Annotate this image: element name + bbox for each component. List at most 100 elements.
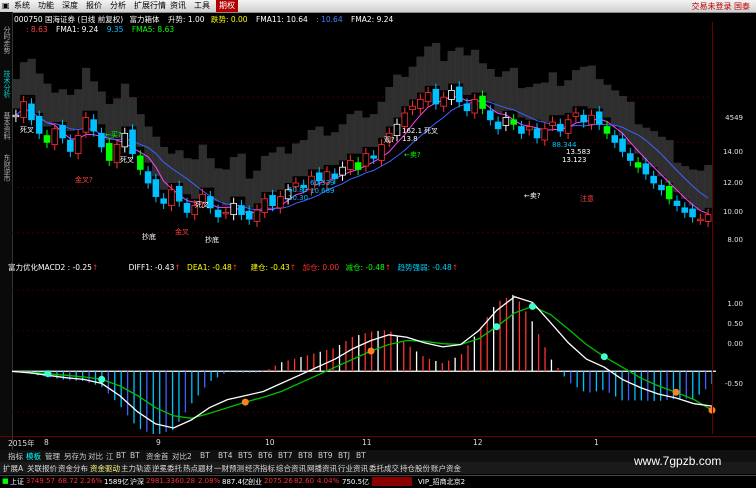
label-dead-cross-3: 死叉 (195, 201, 209, 209)
app-icon[interactable]: ▣ (2, 1, 10, 11)
label-sell-1: ←买? (105, 131, 122, 139)
candle (261, 198, 269, 213)
vip-label[interactable]: VIP_招商北京2 (418, 477, 465, 487)
ind-tab-template[interactable]: 模板 (26, 451, 41, 462)
ind-tab-jiang[interactable]: 江 (106, 451, 114, 462)
ind-tab-bt5[interactable]: BT5 (238, 451, 253, 460)
menu-ext-quote[interactable]: 扩展行情 (134, 1, 166, 11)
range-band (229, 157, 239, 197)
menu-system[interactable]: 系统 (14, 1, 30, 11)
func-tab-ext-a[interactable]: 扩展A (3, 463, 23, 474)
ind-tab-bt3[interactable]: BT (200, 451, 210, 460)
ind-tab-bt2[interactable]: BT (130, 451, 140, 460)
sz-label[interactable]: 沪深 (130, 477, 144, 487)
func-tab-industry-news[interactable]: 行业资讯 (338, 463, 368, 474)
status-bar: ■ 上证 3749.57 68.72 2.26% 1589亿 沪深 2981.3… (0, 475, 756, 488)
candle (168, 189, 175, 207)
menu-tools[interactable]: 工具 (194, 1, 210, 11)
range-band (603, 84, 612, 118)
candle (611, 135, 619, 143)
label-bottom-fish-1: 抄底 (142, 233, 156, 241)
ind-tab-compare2[interactable]: 对比2 (172, 451, 192, 462)
candle (463, 103, 471, 112)
label-sell-2: ←卖? (404, 151, 421, 159)
candle (650, 175, 657, 184)
date-label-nov: 11 (362, 438, 372, 447)
cy-value: 2075.26 (264, 477, 293, 485)
menu-function[interactable]: 功能 (38, 1, 54, 11)
candle (230, 202, 237, 216)
range-band (222, 169, 231, 206)
range-band (190, 159, 200, 199)
side-tab-timeshare[interactable]: 分时走势 (1, 26, 11, 62)
ind-tab-bt1[interactable]: BT (116, 451, 126, 460)
range-band (284, 153, 293, 184)
menu-quote[interactable]: 报价 (86, 1, 102, 11)
candle (253, 209, 261, 222)
func-tab-main-track[interactable]: 主力轨迹 (121, 463, 151, 474)
candle (121, 132, 129, 148)
menu-news[interactable]: 资讯 (170, 1, 186, 11)
func-tab-econ-indicator[interactable]: 经济指标 (245, 463, 275, 474)
ind-tab-bt8[interactable]: BT8 (298, 451, 313, 460)
ind-tab-bt4[interactable]: BT4 (218, 451, 233, 460)
label-value-5: 162.1 (402, 127, 423, 135)
func-tab-holdings[interactable]: 持仓股份 (400, 463, 430, 474)
func-tab-web-news[interactable]: 网播资讯 (307, 463, 337, 474)
cy-label[interactable]: 创业 (248, 477, 262, 487)
candle (137, 155, 144, 170)
func-tab-news[interactable]: 综合资讯 (276, 463, 306, 474)
ind-tab-fund[interactable]: 资金首 (146, 451, 169, 462)
range-band (369, 114, 379, 147)
candle (525, 126, 533, 131)
label-value-8: 13.583 (566, 148, 591, 156)
ind-tab-bt6[interactable]: BT6 (258, 451, 273, 460)
func-tab-fund-drive[interactable]: 资金驱动 (90, 463, 120, 474)
label-dead-cross-2: 死叉 (120, 156, 134, 164)
side-tab-contrarian[interactable]: 东财逆市 (1, 154, 11, 190)
dea-line (12, 305, 713, 419)
ind-tab-btj[interactable]: BTJ (338, 451, 350, 460)
ind-tab-bt-last[interactable]: BT (356, 451, 366, 460)
macd-chart[interactable] (12, 268, 716, 434)
ind-tab-compare[interactable]: 对比 (88, 451, 103, 462)
range-band (408, 66, 417, 100)
candle (67, 139, 74, 152)
candle (222, 211, 230, 215)
range-band (494, 76, 503, 113)
menu-depth[interactable]: 深度 (62, 1, 78, 11)
side-tab-fundamental[interactable]: 基本资料 (1, 112, 11, 148)
range-band (548, 72, 557, 116)
candle (588, 114, 595, 125)
candle (541, 128, 549, 141)
candle (502, 117, 510, 126)
sh-label[interactable]: 上证 (10, 477, 24, 487)
range-band (12, 79, 21, 109)
func-tab-trades[interactable]: 委托成交 (369, 463, 399, 474)
label-sell-3: ←卖? (524, 192, 541, 200)
candle (277, 196, 284, 209)
range-band (649, 131, 659, 168)
menu-analysis[interactable]: 分析 (110, 1, 126, 11)
side-tab-technical[interactable]: 技术分析 (1, 70, 11, 106)
range-band (268, 152, 277, 193)
ind-tab-save-as[interactable]: 另存为 (64, 451, 87, 462)
range-band (43, 83, 52, 127)
func-tab-related-quote[interactable]: 关联报价 (27, 463, 57, 474)
alert-bar (372, 477, 412, 486)
candle (479, 95, 486, 109)
func-tab-forecast[interactable]: 一财预测 (214, 463, 244, 474)
func-tab-hot-topics[interactable]: 热点题材 (183, 463, 213, 474)
ind-tab-bt9[interactable]: BT9 (318, 451, 333, 460)
func-tab-fund-dist[interactable]: 资金分布 (58, 463, 88, 474)
range-band (463, 55, 472, 95)
menu-options[interactable]: 期权 (216, 0, 238, 12)
candle (518, 126, 525, 134)
ind-tab-indicator[interactable]: 指标 (8, 451, 23, 462)
ind-tab-manage[interactable]: 管理 (45, 451, 60, 462)
func-tab-orders[interactable]: 逆冕委托 (152, 463, 182, 474)
ind-tab-bt7[interactable]: BT7 (278, 451, 293, 460)
login-status-link[interactable]: 交易未登录 国泰 (691, 1, 750, 12)
func-tab-account[interactable]: 账户资金 (431, 463, 461, 474)
range-band (626, 101, 635, 145)
